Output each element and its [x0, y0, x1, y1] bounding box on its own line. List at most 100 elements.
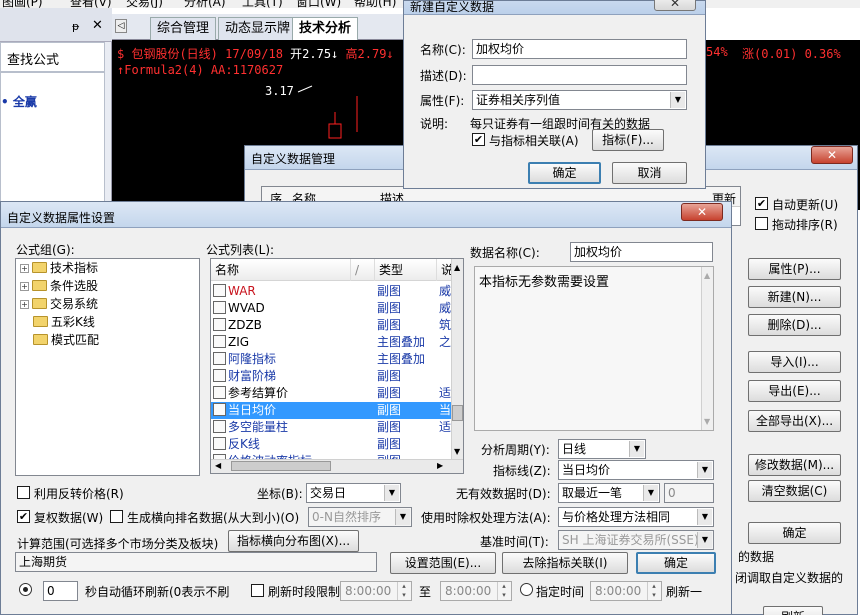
chevron-down-icon[interactable]: ▼	[643, 485, 658, 501]
market-range-field[interactable]: 上海期货	[15, 552, 377, 572]
formula-row[interactable]: 阿隆指标 主图叠加	[211, 351, 453, 368]
link-indicator-checkbox[interactable]: ✔	[472, 133, 485, 146]
invalid-select[interactable]: 取最近一笔 ▼	[558, 483, 660, 503]
tree-item-screen[interactable]: + 条件选股	[20, 277, 98, 295]
tree-item-quanying[interactable]: • 全赢	[1, 93, 37, 110]
tab-comprehensive[interactable]: 综合管理	[150, 17, 217, 40]
auto-update-checkbox[interactable]: ✔	[755, 197, 768, 210]
base-time-select[interactable]: SH 上海证券交易所(SSE) ▼	[558, 530, 714, 550]
close-icon[interactable]: ✕	[92, 18, 103, 33]
scroll-right-icon[interactable]: ▶	[437, 461, 443, 470]
import-button[interactable]: 导入(I)...	[748, 351, 841, 373]
tree-item-pattern[interactable]: 模式匹配	[33, 331, 99, 349]
tree-item-color-k[interactable]: 五彩K线	[33, 313, 95, 331]
formula-row[interactable]: 财富阶梯 副图	[211, 368, 453, 385]
formula-hscrollbar[interactable]: ◀ ▶	[211, 459, 463, 473]
chevron-down-icon[interactable]: ▼	[670, 92, 685, 108]
delete-button[interactable]: 删除(D)...	[748, 314, 841, 336]
chevron-down-icon[interactable]: ▼	[629, 441, 644, 457]
new-name-input[interactable]: 加权均价	[472, 39, 687, 59]
tab-dynamic-board[interactable]: 动态显示牌	[218, 17, 298, 40]
export-all-button[interactable]: 全部导出(X)...	[748, 410, 841, 432]
chevron-down-icon[interactable]: ▼	[395, 509, 410, 525]
scroll-down-icon[interactable]: ▼	[704, 417, 710, 426]
clear-data-button[interactable]: 清空数据(C)	[748, 480, 841, 502]
tree-item-tech[interactable]: + 技术指标	[20, 259, 98, 277]
line-select[interactable]: 当日均价 ▼	[558, 460, 714, 480]
manage-ok-button[interactable]: 确定	[748, 522, 841, 544]
new-attr-select[interactable]: 证券相关序列值 ▼	[472, 90, 687, 110]
tab-nav-left-icon[interactable]: ◁	[115, 19, 127, 33]
manage-close-button[interactable]: ✕	[811, 146, 853, 164]
formula-row[interactable]: 当日均价 副图当	[211, 402, 453, 419]
distribution-chart-button[interactable]: 指标横向分布图(X)...	[228, 530, 359, 552]
modify-data-button[interactable]: 修改数据(M)...	[748, 454, 841, 476]
data-name-input[interactable]: 加权均价	[570, 242, 713, 262]
rank-select[interactable]: 0-N自然排序 ▼	[308, 507, 412, 527]
formula-row[interactable]: WAR 副图威	[211, 283, 453, 300]
drag-sort-checkbox[interactable]	[755, 217, 768, 230]
scroll-left-icon[interactable]: ◀	[215, 461, 221, 470]
formula-row[interactable]: ZIG 主图叠加之	[211, 334, 453, 351]
refresh-limit-checkbox[interactable]	[251, 584, 264, 597]
formula-row[interactable]: 多空能量柱 副图适	[211, 419, 453, 436]
hscroll-thumb[interactable]	[231, 461, 331, 471]
fixed-time-spinner[interactable]: 8:00:00	[590, 581, 662, 601]
export-button[interactable]: 导出(E)...	[748, 380, 841, 402]
set-range-button[interactable]: 设置范围(E)...	[390, 552, 496, 574]
period-select[interactable]: 日线 ▼	[558, 439, 646, 459]
timeweight-select[interactable]: 与价格处理方法相同 ▼	[558, 507, 714, 527]
formula-group-tree[interactable]: + 技术指标 + 条件选股 + 交易系统 五彩K线 模式匹配	[15, 258, 200, 476]
rank-checkbox[interactable]	[110, 510, 123, 523]
formula-row[interactable]: 参考结算价 副图适	[211, 385, 453, 402]
props-close-button[interactable]: ✕	[681, 203, 723, 221]
manage-refresh-button[interactable]: 刷新	[763, 606, 823, 615]
formula-vscrollbar[interactable]: ▲ ▼	[451, 259, 463, 459]
param-scrollbar[interactable]: ▲ ▼	[701, 267, 713, 430]
formula-row[interactable]: ZDZB 副图筑	[211, 317, 453, 334]
loop-seconds-input[interactable]: 0	[43, 581, 78, 601]
expand-icon[interactable]: +	[20, 264, 29, 273]
new-cancel-button[interactable]: 取消	[612, 162, 687, 184]
tree-item-trade-system[interactable]: + 交易系统	[20, 295, 98, 313]
scroll-down-icon[interactable]: ▼	[454, 447, 460, 456]
new-ok-button[interactable]: 确定	[528, 162, 601, 184]
menu-item-trade[interactable]: 交易(J)	[126, 0, 163, 8]
scroll-up-icon[interactable]: ▲	[454, 263, 460, 272]
menu-item-draw[interactable]: 图画(P)	[2, 0, 43, 8]
expand-icon[interactable]: +	[20, 300, 29, 309]
chevron-down-icon[interactable]: ▼	[384, 485, 399, 501]
formula-row[interactable]: 反K线 副图	[211, 436, 453, 453]
formula-list[interactable]: 名称 / 类型 说 WAR 副图威 WVAD 副图威 ZDZB 副图筑 ZIG 主图叠加之阿隆…	[210, 258, 464, 474]
formula-row[interactable]: WVAD 副图威	[211, 300, 453, 317]
scroll-up-icon[interactable]: ▲	[704, 271, 710, 280]
tab-technical-analysis[interactable]: 技术分析	[292, 17, 359, 41]
start-time-spinner[interactable]: 8:00:00	[340, 581, 412, 601]
find-formula-button[interactable]: 查找公式	[0, 42, 105, 72]
loop-refresh-radio[interactable]	[19, 583, 32, 596]
properties-button[interactable]: 属性(P)...	[748, 258, 841, 280]
invalid-number-input[interactable]: 0	[664, 483, 714, 503]
coord-select[interactable]: 交易日 ▼	[306, 483, 401, 503]
menu-item-window[interactable]: 窗口(W)	[296, 0, 341, 8]
pin-icon[interactable]: ᵽ	[72, 20, 79, 33]
col-formula-type[interactable]: 类型	[375, 259, 437, 281]
props-ok-button[interactable]: 确定	[636, 552, 716, 574]
new-button[interactable]: 新建(N)...	[748, 286, 841, 308]
menu-item-help[interactable]: 帮助(H)	[354, 0, 396, 8]
chevron-down-icon[interactable]: ▼	[697, 462, 712, 478]
fixed-time-radio[interactable]	[520, 583, 533, 596]
chevron-down-icon[interactable]: ▼	[697, 509, 712, 525]
unlink-indicator-button[interactable]: 去除指标关联(I)	[502, 552, 628, 574]
restore-checkbox[interactable]: ✔	[17, 510, 30, 523]
menu-item-view[interactable]: 查看(V)	[70, 0, 112, 8]
scroll-thumb[interactable]	[452, 405, 463, 421]
new-close-button[interactable]: ✕	[654, 0, 696, 11]
indicator-button[interactable]: 指标(F)...	[592, 129, 664, 151]
new-desc-input[interactable]	[472, 65, 687, 85]
menu-item-analysis[interactable]: 分析(A)	[184, 0, 226, 8]
col-formula-name[interactable]: 名称	[211, 259, 351, 281]
end-time-spinner[interactable]: 8:00:00	[440, 581, 512, 601]
reverse-price-checkbox[interactable]	[17, 486, 30, 499]
chevron-down-icon[interactable]: ▼	[697, 532, 712, 548]
